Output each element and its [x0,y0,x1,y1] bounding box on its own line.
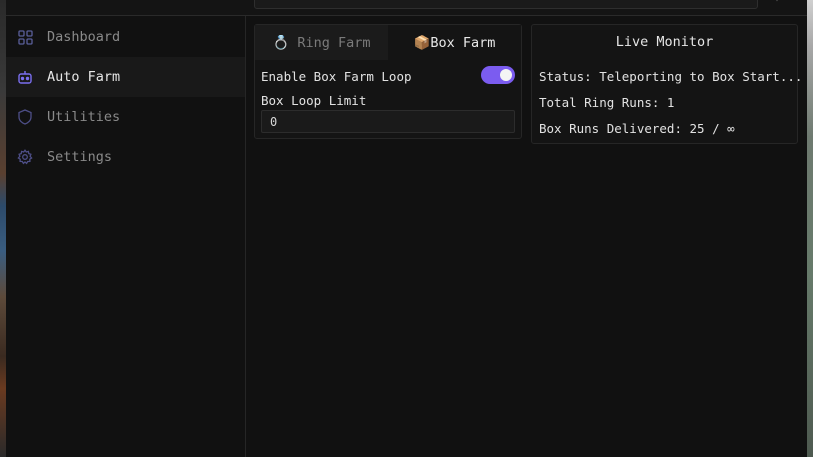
sidebar-item-utilities[interactable]: Utilities [6,97,245,137]
monitor-title: Live Monitor [615,34,714,50]
top-bar: ▾ [6,0,807,16]
gear-icon [17,149,33,165]
box-loop-limit-label: Box Loop Limit [261,93,367,108]
sidebar-item-label: Auto Farm [47,69,121,85]
monitor-box-runs: Box Runs Delivered: 25 / ∞ [539,121,735,136]
monitor-ring-runs: Total Ring Runs: 1 [539,95,675,110]
toggle-knob [500,69,512,81]
box-farm-loop-toggle[interactable] [481,66,515,84]
tab-ring-farm[interactable]: 💍 Ring Farm [255,25,388,60]
live-monitor-panel: Live Monitor Status: Teleporting to Box … [531,24,802,144]
monitor-status: Status: Teleporting to Box Start... [539,69,803,84]
sidebar-item-label: Settings [47,149,113,165]
dashboard-icon [17,29,33,45]
sidebar-item-label: Dashboard [47,29,121,45]
top-right-button[interactable]: ▾ [774,0,784,5]
sidebar-item-label: Utilities [47,109,121,125]
sidebar-item-dashboard[interactable]: Dashboard [6,17,245,57]
background-scene-right [807,0,813,457]
app-window: ▾ Dashboard Auto Farm [6,0,807,457]
farm-tabs: 💍 Ring Farm 📦Box Farm [255,25,521,60]
box-farm-loop-label: Enable Box Farm Loop [261,69,412,84]
box-loop-limit-input[interactable] [261,110,515,133]
tab-box-farm[interactable]: 📦Box Farm [388,25,521,60]
shield-icon [17,109,33,125]
sidebar: Dashboard Auto Farm Utilities Settings [6,16,246,457]
farm-panel: 💍 Ring Farm 📦Box Farm Enable Box Farm Lo… [254,24,522,139]
robot-icon [17,69,33,85]
search-input[interactable] [254,0,758,9]
sidebar-item-auto-farm[interactable]: Auto Farm [6,57,245,97]
sidebar-item-settings[interactable]: Settings [6,137,245,177]
